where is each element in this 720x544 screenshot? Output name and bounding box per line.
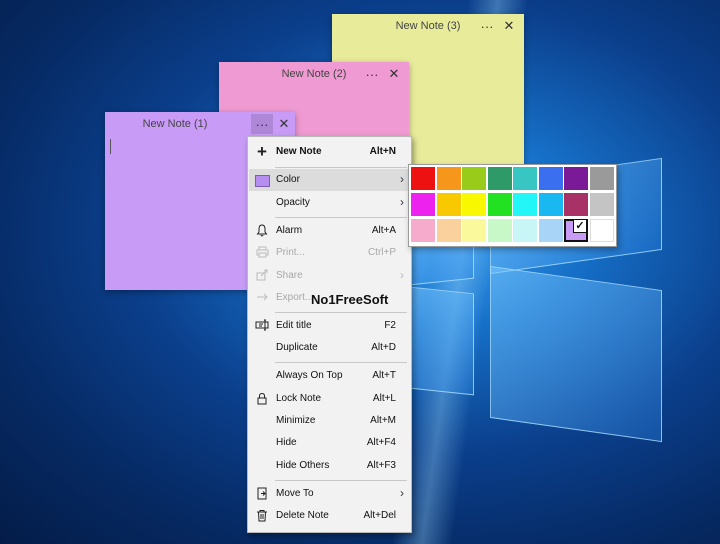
- bell-icon: [255, 224, 269, 238]
- menu-item-alarm[interactable]: Alarm Alt+A: [249, 220, 410, 242]
- menu-item-duplicate[interactable]: Duplicate Alt+D: [249, 337, 410, 359]
- color-palette: ✓: [408, 164, 617, 247]
- color-swatch[interactable]: [564, 193, 588, 216]
- chevron-right-icon: ›: [400, 268, 404, 282]
- lock-icon: [255, 392, 269, 406]
- color-swatch[interactable]: [411, 219, 435, 242]
- close-icon[interactable]: ✕: [273, 114, 295, 134]
- color-swatch[interactable]: [436, 167, 461, 190]
- menu-item-lock-note[interactable]: Lock Note Alt+L: [249, 388, 410, 410]
- menu-item-delete-note[interactable]: Delete Note Alt+Del: [249, 505, 410, 527]
- checkmark-icon: ✓: [573, 219, 587, 233]
- more-options-icon[interactable]: ···: [251, 114, 273, 134]
- color-swatch[interactable]: [487, 167, 512, 190]
- color-swatch[interactable]: [513, 219, 537, 242]
- color-swatch[interactable]: [411, 167, 435, 190]
- note-title-bar[interactable]: New Note (2) ··· ✕: [219, 62, 409, 86]
- color-swatch[interactable]: [538, 219, 563, 242]
- color-swatch[interactable]: [564, 167, 588, 190]
- color-swatch[interactable]: [513, 167, 537, 190]
- color-swatch[interactable]: [487, 193, 512, 216]
- color-swatch[interactable]: [538, 193, 563, 216]
- color-swatch[interactable]: [462, 167, 486, 190]
- menu-separator: [275, 167, 407, 168]
- color-swatch[interactable]: [589, 167, 614, 190]
- menu-item-minimize[interactable]: Minimize Alt+M: [249, 410, 410, 432]
- move-to-icon: [255, 487, 269, 501]
- close-icon[interactable]: ✕: [498, 16, 520, 36]
- menu-item-color[interactable]: Color ›: [249, 169, 410, 191]
- menu-item-hide[interactable]: Hide Alt+F4: [249, 432, 410, 454]
- menu-item-share[interactable]: Share ›: [249, 265, 410, 287]
- watermark: No1FreeSoft: [311, 292, 389, 307]
- more-options-icon[interactable]: ···: [361, 64, 383, 84]
- color-swatch[interactable]: [436, 193, 461, 216]
- share-icon: [255, 269, 269, 283]
- chevron-right-icon: ›: [400, 172, 404, 186]
- color-swatch[interactable]: [538, 167, 563, 190]
- rename-icon: [255, 319, 269, 333]
- export-icon: [255, 291, 269, 305]
- color-swatch[interactable]: [487, 219, 512, 242]
- menu-separator: [275, 480, 407, 481]
- color-swatch[interactable]: [411, 193, 435, 216]
- note-title-bar[interactable]: New Note (1) ··· ✕: [105, 112, 295, 136]
- menu-item-print[interactable]: Print... Ctrl+P: [249, 242, 410, 264]
- windows-logo-pane: [410, 286, 474, 396]
- color-swatch[interactable]: [589, 193, 614, 216]
- note-title: New Note (1): [142, 118, 208, 130]
- color-swatch[interactable]: [462, 193, 486, 216]
- menu-item-always-on-top[interactable]: Always On Top Alt+T: [249, 365, 410, 387]
- menu-item-hide-others[interactable]: Hide Others Alt+F3: [249, 455, 410, 477]
- note-context-menu: + New Note Alt+N Color › Opacity › Alarm…: [247, 136, 412, 533]
- menu-item-new-note[interactable]: + New Note Alt+N: [249, 141, 410, 163]
- chevron-right-icon: ›: [400, 486, 404, 500]
- chevron-right-icon: ›: [400, 195, 404, 209]
- menu-separator: [275, 217, 407, 218]
- menu-separator: [275, 362, 407, 363]
- trash-icon: [255, 509, 269, 523]
- close-icon[interactable]: ✕: [383, 64, 405, 84]
- color-swatch-icon: [255, 173, 270, 187]
- color-swatch[interactable]: [436, 219, 461, 242]
- printer-icon: [255, 246, 269, 260]
- note-title-bar[interactable]: New Note (3) ··· ✕: [332, 14, 524, 38]
- menu-item-move-to[interactable]: Move To ›: [249, 483, 410, 505]
- color-swatch[interactable]: [462, 219, 486, 242]
- menu-item-edit-title[interactable]: Edit title F2: [249, 315, 410, 337]
- color-swatch[interactable]: ✓: [564, 219, 588, 242]
- color-swatch[interactable]: [513, 193, 537, 216]
- more-options-icon[interactable]: ···: [476, 16, 498, 36]
- color-swatch[interactable]: [589, 219, 614, 242]
- windows-logo-pane: [490, 265, 662, 443]
- menu-separator: [275, 312, 407, 313]
- plus-icon: +: [257, 142, 267, 161]
- menu-item-opacity[interactable]: Opacity ›: [249, 192, 410, 214]
